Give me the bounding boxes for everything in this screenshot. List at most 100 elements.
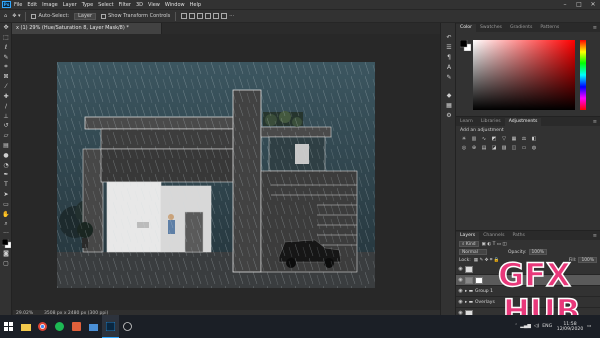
menu-filter[interactable]: Filter <box>119 2 131 8</box>
selective-color-icon[interactable]: ◍ <box>530 145 538 152</box>
properties-icon[interactable]: ☰ <box>441 42 457 52</box>
photo-filter-icon[interactable]: ◎ <box>460 145 468 152</box>
history-icon[interactable]: ↶ <box>441 32 457 42</box>
paragraph-icon[interactable]: ¶ <box>441 52 457 62</box>
hand-icon[interactable]: ✋ <box>0 209 12 219</box>
clock[interactable]: 11:58 12/09/2020 <box>557 315 583 338</box>
tab-color[interactable]: Color <box>456 24 476 32</box>
menu-window[interactable]: Window <box>165 2 185 8</box>
posterize-icon[interactable]: ▨ <box>500 145 508 152</box>
menu-file[interactable]: File <box>14 2 22 8</box>
document-tab[interactable]: x (1) 29% (Hue/Saturation 8, Layer Mask/… <box>12 23 162 34</box>
healing-icon[interactable]: ✚ <box>0 92 12 102</box>
shape-icon[interactable]: ▭ <box>0 199 12 209</box>
hue-slider[interactable] <box>580 40 586 110</box>
photoshop-taskbar-icon[interactable] <box>102 315 119 338</box>
tab-swatches[interactable]: Swatches <box>476 24 506 32</box>
menu-help[interactable]: Help <box>190 2 201 8</box>
brush-settings-icon[interactable]: ✎ <box>441 72 457 82</box>
tab-gradients[interactable]: Gradients <box>506 24 536 32</box>
tab-paths[interactable]: Paths <box>508 232 529 240</box>
shapes-icon[interactable]: ◆ <box>441 90 457 100</box>
more-options-icon[interactable]: ··· <box>229 13 234 19</box>
menu-image[interactable]: Image <box>42 2 58 8</box>
panel-menu-icon[interactable]: ≡ <box>593 232 600 240</box>
brightness-icon[interactable]: ☀ <box>460 136 468 143</box>
black-white-icon[interactable]: ◧ <box>530 136 538 143</box>
align-middle-icon[interactable] <box>213 13 220 19</box>
align-left-icon[interactable] <box>181 13 188 19</box>
media-player-icon[interactable] <box>68 315 85 338</box>
menu-type[interactable]: Type <box>82 2 93 8</box>
quick-mask-icon[interactable]: ◙ <box>0 248 12 258</box>
frame-icon[interactable]: ⊠ <box>0 72 12 82</box>
history-brush-icon[interactable]: ↺ <box>0 121 12 131</box>
color-balance-icon[interactable]: ⚖ <box>520 136 528 143</box>
volume-icon[interactable]: ◁) <box>534 324 539 329</box>
chrome-icon[interactable] <box>34 315 51 338</box>
screen-mode-icon[interactable]: ▢ <box>0 258 12 268</box>
minimize-icon[interactable]: – <box>558 0 572 9</box>
menu-3d[interactable]: 3D <box>136 2 143 8</box>
visibility-eye-icon[interactable]: ◉ <box>456 277 465 283</box>
align-top-icon[interactable] <box>205 13 212 19</box>
vibrance-icon[interactable]: ▽ <box>500 136 508 143</box>
auto-select-target-dropdown[interactable]: Layer <box>74 12 97 20</box>
invert-icon[interactable]: ◪ <box>490 145 498 152</box>
blend-mode-dropdown[interactable]: Normal <box>459 249 487 255</box>
network-icon[interactable]: ▂▄▆ <box>520 324 531 329</box>
channel-mixer-icon[interactable]: ⊕ <box>470 145 478 152</box>
tab-adjustments[interactable]: Adjustments <box>504 118 542 126</box>
tab-channels[interactable]: Channels <box>479 232 508 240</box>
crop-icon[interactable]: ⌗ <box>0 62 12 72</box>
kind-filter-dropdown[interactable]: ⌕ Kind <box>459 241 479 247</box>
auto-select-checkbox[interactable] <box>31 13 37 19</box>
align-right-icon[interactable] <box>197 13 204 19</box>
menu-layer[interactable]: Layer <box>63 2 77 8</box>
hue-saturation-icon[interactable]: ▦ <box>510 136 518 143</box>
visibility-eye-icon[interactable]: ◉ <box>456 299 465 305</box>
language-indicator[interactable]: ENG <box>542 324 552 329</box>
eyedropper-icon[interactable]: ⁄ <box>0 82 12 92</box>
windows-start-icon[interactable] <box>0 315 17 338</box>
pen-icon[interactable]: ✒ <box>0 170 12 180</box>
quick-select-icon[interactable]: ✎ <box>0 52 12 62</box>
zoom-icon[interactable]: ⌕ <box>0 219 12 229</box>
levels-icon[interactable]: ▥ <box>470 136 478 143</box>
visibility-eye-icon[interactable]: ◉ <box>456 266 465 272</box>
type-icon[interactable]: T <box>0 180 12 190</box>
eraser-icon[interactable]: ▱ <box>0 131 12 141</box>
blur-icon[interactable]: ● <box>0 150 12 160</box>
exposure-icon[interactable]: ◩ <box>490 136 498 143</box>
tab-patterns[interactable]: Patterns <box>536 24 563 32</box>
lasso-icon[interactable]: ℓ <box>0 43 12 53</box>
stamp-icon[interactable]: ⊥ <box>0 111 12 121</box>
more-icon[interactable]: ··· <box>0 229 12 239</box>
spotify-icon[interactable] <box>51 315 68 338</box>
visibility-eye-icon[interactable]: ◉ <box>456 288 465 294</box>
panel-menu-icon[interactable]: ≡ <box>593 24 600 32</box>
home-icon[interactable]: ⌂ <box>4 13 7 19</box>
tab-layers[interactable]: Layers <box>456 232 480 240</box>
color-picker-field[interactable] <box>473 40 575 110</box>
notifications-icon[interactable]: ▭ <box>587 315 591 338</box>
foreground-background-swatch[interactable] <box>459 39 472 52</box>
tray-arrow-icon[interactable]: ˄ <box>515 324 517 329</box>
styles-icon[interactable]: ▦ <box>441 100 457 110</box>
transform-controls-checkbox[interactable] <box>101 13 107 19</box>
tab-learn[interactable]: Learn <box>456 118 477 126</box>
curves-icon[interactable]: ∿ <box>480 136 488 143</box>
path-select-icon[interactable]: ➤ <box>0 190 12 200</box>
color-lookup-icon[interactable]: ▤ <box>480 145 488 152</box>
tab-libraries[interactable]: Libraries <box>477 118 505 126</box>
document-canvas[interactable] <box>57 62 375 288</box>
marquee-icon[interactable]: ⬚ <box>0 33 12 43</box>
menu-edit[interactable]: Edit <box>27 2 37 8</box>
threshold-icon[interactable]: ◫ <box>510 145 518 152</box>
color-swatch-icon[interactable] <box>0 238 12 249</box>
tool-presets-icon[interactable]: ⚙ <box>441 110 457 120</box>
brush-icon[interactable]: ∕ <box>0 101 12 111</box>
move-icon[interactable]: ✥ <box>0 23 12 33</box>
close-icon[interactable]: ✕ <box>586 0 600 9</box>
move-tool-preset-icon[interactable]: ✥ ▾ <box>12 13 20 19</box>
